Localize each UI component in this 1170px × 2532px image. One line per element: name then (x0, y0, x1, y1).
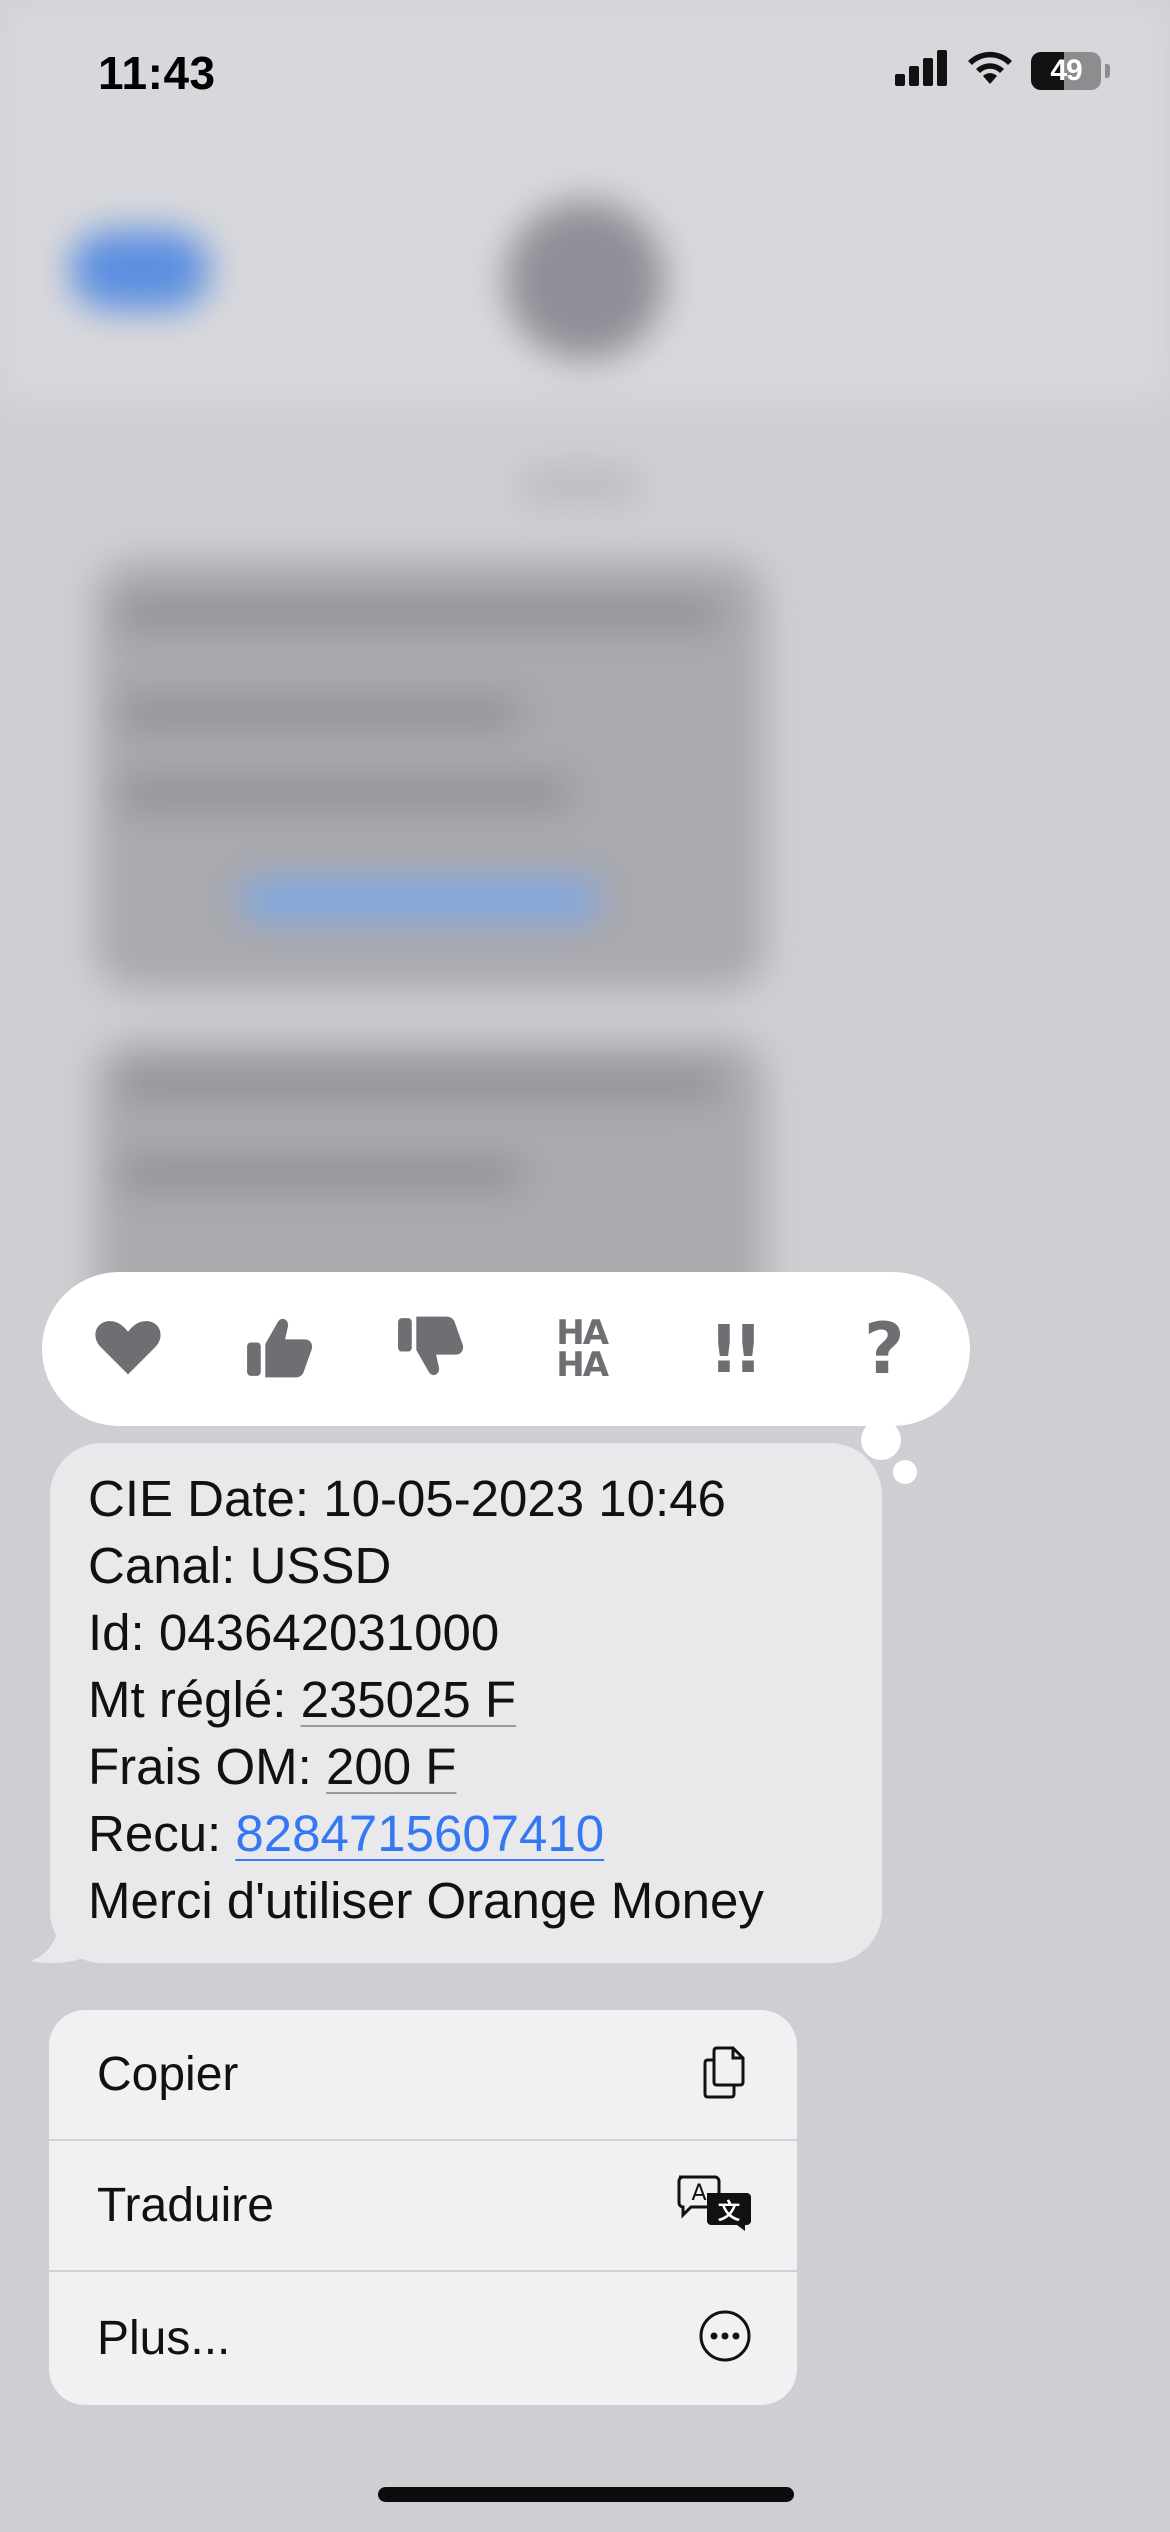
menu-item-label: Plus... (97, 2312, 231, 2365)
menu-item-more[interactable]: Plus... (49, 2272, 797, 2405)
thumbs-up-icon (241, 1309, 317, 1390)
question-reaction-button[interactable]: ? (834, 1299, 934, 1399)
cellular-signal-icon (895, 50, 949, 91)
heart-icon (90, 1309, 166, 1390)
previous-message-line (120, 1160, 520, 1186)
previous-message-line (120, 1070, 720, 1096)
heart-reaction-button[interactable] (78, 1299, 178, 1399)
message-amount-line: Mt réglé: 235025 F (88, 1666, 844, 1733)
menu-item-label: Traduire (97, 2179, 274, 2232)
fees-value[interactable]: 200 F (326, 1738, 456, 1795)
wifi-icon (965, 50, 1015, 91)
exclamation-icon: !! (708, 1310, 763, 1388)
message-id-line: Id: 043642031000 (88, 1604, 500, 1661)
menu-item-translate[interactable]: Traduire A 文 (49, 2141, 797, 2272)
message-channel-line: Canal: USSD (88, 1537, 392, 1594)
contact-name (520, 470, 640, 500)
more-icon (695, 2306, 755, 2371)
tapback-tail-dot (861, 1420, 901, 1460)
amount-label: Mt réglé: (88, 1671, 301, 1728)
message-receipt-line: Recu: 8284715607410 (88, 1800, 844, 1867)
menu-item-label: Copier (97, 2048, 239, 2101)
thumbs-down-reaction-button[interactable] (380, 1299, 480, 1399)
home-indicator[interactable] (378, 2487, 794, 2502)
status-icons: 49 (895, 50, 1110, 91)
tapback-bar: HA HA !! ? (42, 1272, 970, 1426)
status-bar: 11:43 49 (0, 0, 1170, 150)
thumbs-down-icon (392, 1309, 468, 1390)
previous-message-link (240, 880, 600, 920)
svg-text:A: A (691, 2181, 706, 2206)
haha-reaction-button[interactable]: HA HA (532, 1299, 632, 1399)
question-icon: ? (863, 1308, 905, 1390)
context-menu: Copier Traduire A 文 Plus... (49, 2010, 797, 2405)
message-bubble[interactable]: CIE Date: 10-05-2023 10:46 Canal: USSD I… (50, 1443, 882, 1963)
menu-item-copy[interactable]: Copier (49, 2010, 797, 2141)
haha-icon: HA HA (556, 1316, 609, 1385)
previous-message-line (120, 780, 570, 806)
svg-text:文: 文 (718, 2199, 741, 2225)
message-date-line: CIE Date: 10-05-2023 10:46 (88, 1470, 726, 1527)
exclamation-reaction-button[interactable]: !! (683, 1299, 783, 1399)
amount-value[interactable]: 235025 F (301, 1671, 517, 1728)
message-thanks-line: Merci d'utiliser Orange Money (88, 1872, 764, 1929)
haha-line: HA (556, 1345, 609, 1385)
receipt-label: Recu: (88, 1805, 236, 1862)
fees-label: Frais OM: (88, 1738, 326, 1795)
battery-icon: 49 (1031, 51, 1101, 90)
back-button (70, 230, 210, 310)
thumbs-up-reaction-button[interactable] (229, 1299, 329, 1399)
contact-avatar (505, 200, 665, 360)
receipt-phone-link[interactable]: 8284715607410 (235, 1805, 604, 1862)
status-time: 11:43 (98, 47, 216, 99)
translate-icon: A 文 (675, 2173, 755, 2238)
message-fees-line: Frais OM: 200 F (88, 1733, 844, 1800)
battery-cap (1105, 63, 1110, 78)
previous-message-line (120, 700, 520, 726)
previous-message-line (120, 600, 720, 626)
battery-level: 49 (1050, 53, 1082, 87)
copy-icon (695, 2042, 755, 2107)
tapback-tail-dot (893, 1460, 917, 1484)
